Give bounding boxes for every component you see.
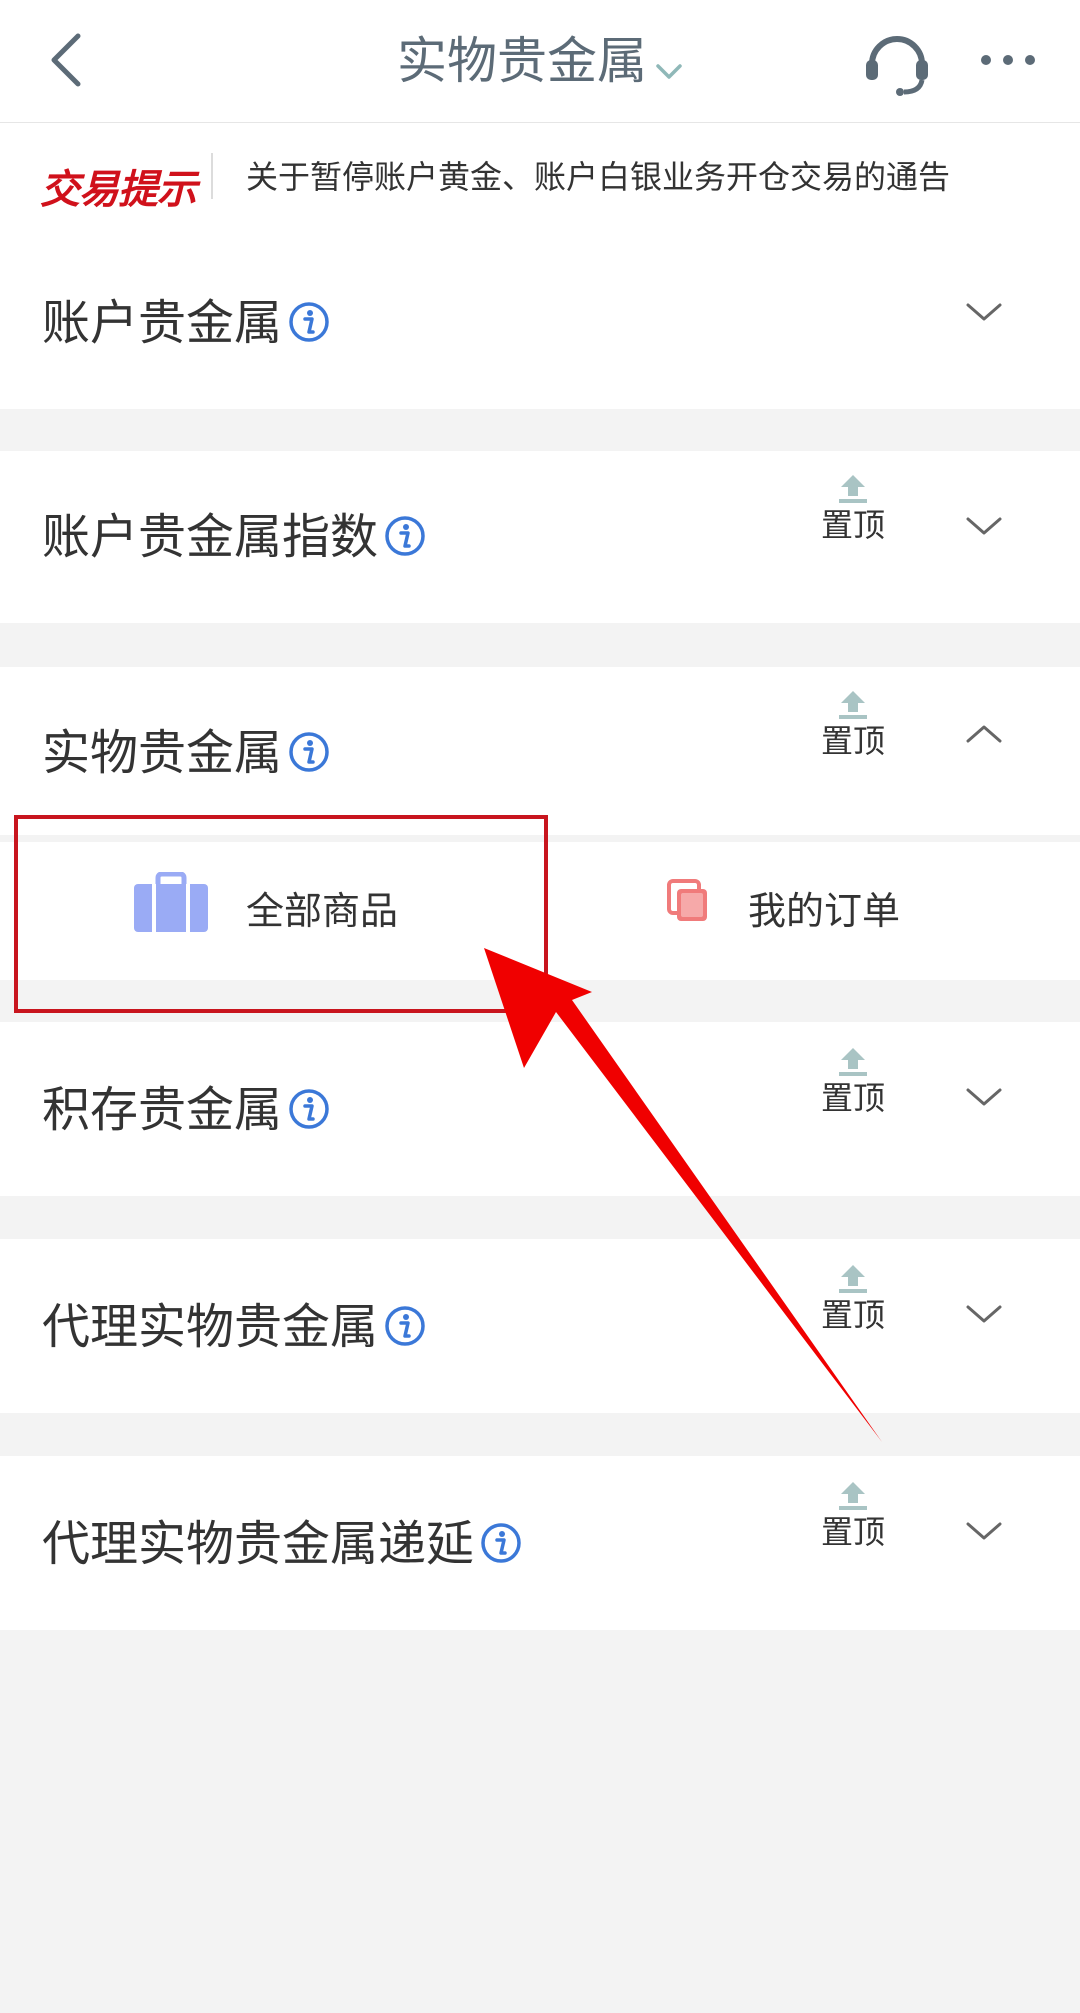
orders-icon [667,879,707,921]
pin-top-icon [839,475,867,503]
pin-to-top-button[interactable]: 置顶 [808,1480,898,1570]
pin-label: 置顶 [820,722,885,760]
chevron-down-icon[interactable] [962,1299,1006,1329]
trade-notice-bar[interactable]: 交易提示 关于暂停账户黄金、账户白银业务开仓交易的通告 [0,123,1080,237]
page-title-text: 实物贵金属 [397,32,647,90]
section-accumulation-precious-metals[interactable]: 积存贵金属 置顶 [0,1022,1080,1196]
section-title-text: 账户贵金属指数 [42,509,379,565]
pin-to-top-button[interactable]: 置顶 [808,689,898,779]
more-dots-icon [981,55,1035,65]
info-icon[interactable] [288,1088,330,1130]
my-orders-button[interactable]: 我的订单 [540,842,1080,980]
info-icon[interactable] [480,1522,522,1564]
info-icon[interactable] [288,731,330,773]
trade-notice-tag: 交易提示 [40,167,197,213]
section-account-precious-metals-index[interactable]: 账户贵金属指数 置顶 [0,451,1080,623]
pin-label: 置顶 [820,1513,885,1551]
my-orders-label: 我的订单 [748,889,901,933]
pin-top-icon [839,1265,867,1293]
section-physical-precious-metals[interactable]: 实物贵金属 置顶 [0,667,1080,835]
section-title: 账户贵金属指数 [42,507,426,567]
pin-top-icon [839,1482,867,1510]
title-dropdown-icon [655,32,683,98]
top-nav-bar: 实物贵金属 [0,0,1080,123]
info-icon[interactable] [288,301,330,343]
trade-notice-text[interactable]: 关于暂停账户黄金、账户白银业务开仓交易的通告 [246,155,950,199]
headset-icon [866,36,928,96]
info-icon[interactable] [384,1305,426,1347]
customer-service-button[interactable] [862,26,932,96]
section-title-text: 实物贵金属 [42,725,283,781]
section-title: 代理实物贵金属 [42,1297,426,1357]
pin-to-top-button[interactable]: 置顶 [808,1263,898,1353]
chevron-down-icon[interactable] [962,1516,1006,1546]
chevron-down-icon[interactable] [962,297,1006,327]
chevron-up-icon[interactable] [962,719,1006,749]
section-agency-physical-precious-metals-deferred[interactable]: 代理实物贵金属递延 置顶 [0,1456,1080,1630]
section-agency-physical-precious-metals[interactable]: 代理实物贵金属 置顶 [0,1239,1080,1413]
section-title-text: 代理实物贵金属 [42,1299,379,1355]
pin-top-icon [839,1048,867,1076]
pin-to-top-button[interactable]: 置顶 [808,473,898,563]
pin-label: 置顶 [820,1079,885,1117]
section-title: 积存贵金属 [42,1080,330,1140]
pin-to-top-button[interactable]: 置顶 [808,1046,898,1136]
chevron-down-icon[interactable] [962,511,1006,541]
section-title-text: 积存贵金属 [42,1082,283,1138]
section-title-text: 账户贵金属 [42,295,283,351]
section-title: 代理实物贵金属递延 [42,1514,522,1574]
divider [211,153,213,199]
pin-label: 置顶 [820,506,885,544]
pin-top-icon [839,691,867,719]
section-title-text: 代理实物贵金属递延 [42,1516,475,1572]
more-button[interactable] [978,44,1038,76]
chevron-down-icon[interactable] [962,1082,1006,1112]
section-title: 账户贵金属 [42,293,330,353]
section-account-precious-metals[interactable]: 账户贵金属 [0,237,1080,409]
section-title: 实物贵金属 [42,723,330,783]
info-icon[interactable] [384,515,426,557]
pin-label: 置顶 [820,1296,885,1334]
annotation-highlight-box [14,815,548,1013]
